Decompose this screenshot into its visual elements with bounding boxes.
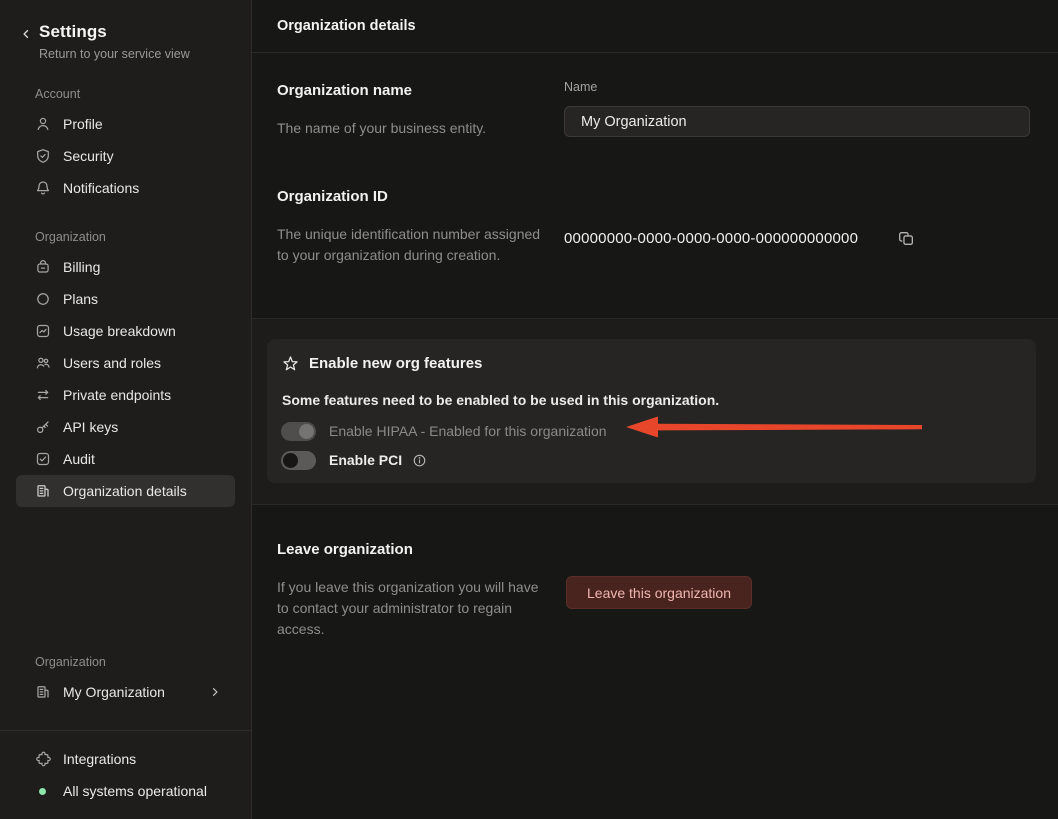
status-label: All systems operational [63, 783, 207, 799]
features-card-title: Enable new org features [309, 355, 482, 372]
sidebar-item-audit[interactable]: Audit [16, 443, 235, 475]
billing-icon [35, 259, 51, 275]
sidebar-item-private-endpoints[interactable]: Private endpoints [16, 379, 235, 411]
pci-toggle-row: Enable PCI [281, 449, 427, 471]
sidebar-bottom: Organization My Organization Integration… [0, 629, 251, 807]
integrations-link[interactable]: Integrations [16, 743, 235, 775]
sidebar-title-block: Settings Return to your service view [39, 22, 190, 61]
sidebar-item-label: Billing [63, 259, 100, 275]
sidebar-item-label: Private endpoints [63, 387, 171, 403]
sidebar-item-billing[interactable]: Billing [16, 251, 235, 283]
sidebar-item-usage-breakdown[interactable]: Usage breakdown [16, 315, 235, 347]
sidebar-item-label: Usage breakdown [63, 323, 176, 339]
name-field-label: Name [564, 80, 597, 94]
sidebar-item-label: Audit [63, 451, 95, 467]
sidebar-item-label: API keys [63, 419, 118, 435]
features-card-header: Enable new org features [282, 355, 482, 372]
org-name-section-title: Organization name [277, 82, 412, 99]
pci-toggle[interactable] [281, 451, 316, 470]
bell-icon [35, 180, 51, 196]
leave-organization-button[interactable]: Leave this organization [566, 576, 752, 609]
shield-check-icon [35, 148, 51, 164]
section-label-organization: Organization [0, 230, 251, 244]
sidebar-item-label: Organization details [63, 483, 187, 499]
panel-title: Organization details [277, 18, 416, 34]
hipaa-toggle-label: Enable HIPAA - Enabled for this organiza… [329, 423, 607, 439]
info-icon[interactable] [412, 453, 427, 468]
puzzle-icon [35, 751, 51, 767]
enable-new-org-features-card: Enable new org features Some features ne… [267, 339, 1036, 483]
swap-arrows-icon [35, 387, 51, 403]
building-icon [35, 684, 51, 700]
system-status[interactable]: All systems operational [16, 775, 235, 807]
leave-section-description: If you leave this organization you will … [277, 577, 549, 640]
red-arrow-annotation-icon [624, 413, 924, 441]
org-name-section-description: The name of your business entity. [277, 118, 486, 139]
org-switcher-value: My Organization [63, 684, 165, 700]
back-chevron-icon[interactable] [20, 22, 32, 61]
sidebar-item-label: Profile [63, 116, 103, 132]
sidebar-item-label: Notifications [63, 180, 139, 196]
org-id-section-title: Organization ID [277, 188, 388, 205]
users-icon [35, 355, 51, 371]
circle-icon [35, 291, 51, 307]
section-label-account: Account [0, 87, 251, 101]
sidebar-item-security[interactable]: Security [16, 140, 235, 172]
sidebar-item-profile[interactable]: Profile [16, 108, 235, 140]
hipaa-toggle-row: Enable HIPAA - Enabled for this organiza… [281, 420, 607, 442]
sidebar-header: Settings Return to your service view [0, 0, 251, 61]
organization-id-value: 00000000-0000-0000-0000-000000000000 [564, 230, 858, 247]
sidebar-item-users-and-roles[interactable]: Users and roles [16, 347, 235, 379]
organization-details-panel: Organization details Organization name T… [252, 0, 1058, 819]
user-icon [35, 116, 51, 132]
toggle-knob [299, 424, 314, 439]
sidebar-item-api-keys[interactable]: API keys [16, 411, 235, 443]
org-id-section-description: The unique identification number assigne… [277, 224, 545, 266]
hipaa-toggle[interactable] [281, 422, 316, 441]
integrations-label: Integrations [63, 751, 136, 767]
sidebar-item-notifications[interactable]: Notifications [16, 172, 235, 204]
sidebar-item-organization-details[interactable]: Organization details [16, 475, 235, 507]
settings-sidebar: Settings Return to your service view Acc… [0, 0, 252, 819]
audit-icon [35, 451, 51, 467]
toggle-knob [283, 453, 298, 468]
section-label-org-switcher: Organization [0, 655, 251, 669]
copy-icon[interactable] [898, 230, 915, 247]
page-title: Settings [39, 22, 190, 42]
sidebar-item-label: Plans [63, 291, 98, 307]
status-dot-icon [39, 788, 46, 795]
organization-name-input[interactable] [564, 106, 1030, 137]
return-link[interactable]: Return to your service view [39, 47, 190, 61]
sidebar-item-plans[interactable]: Plans [16, 283, 235, 315]
panel-header: Organization details [252, 0, 1058, 53]
chevron-right-icon [209, 686, 221, 698]
key-icon [35, 419, 51, 435]
chart-icon [35, 323, 51, 339]
sidebar-item-label: Security [63, 148, 114, 164]
features-card-description: Some features need to be enabled to be u… [282, 392, 719, 408]
features-band: Enable new org features Some features ne… [252, 318, 1058, 505]
leave-section-title: Leave organization [277, 541, 413, 558]
pci-toggle-label: Enable PCI [329, 452, 402, 468]
sidebar-item-label: Users and roles [63, 355, 161, 371]
star-icon [282, 355, 299, 372]
building-icon [35, 483, 51, 499]
sidebar-footer: Integrations All systems operational [0, 731, 251, 807]
org-switcher[interactable]: My Organization [16, 676, 235, 708]
settings-app: Settings Return to your service view Acc… [0, 0, 1058, 819]
